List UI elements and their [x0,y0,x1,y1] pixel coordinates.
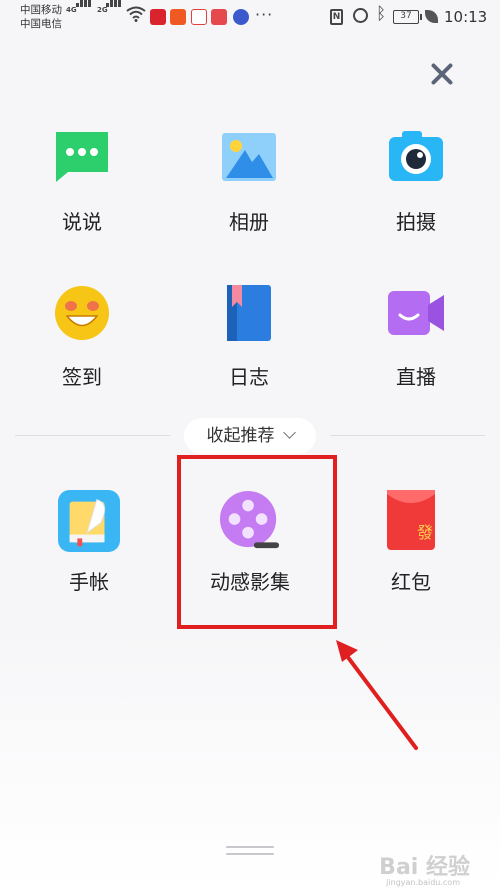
divider-right [330,435,485,436]
more-notifications-icon: ··· [255,5,274,24]
album-label: 相册 [229,210,269,234]
red-packet-label: 红包 [391,570,431,594]
camera-button[interactable]: 拍摄 [361,130,471,250]
collapse-recommend-button[interactable]: 收起推荐 [184,418,316,454]
handbook-button[interactable]: 手帐 [34,490,144,610]
diary-label: 日志 [229,365,269,389]
red-packet-button[interactable]: 發 红包 [356,490,466,610]
nfc-icon: N [330,9,343,25]
alarm-icon [353,8,368,23]
app-notification-icon [191,9,207,25]
app-notification-icon [211,9,227,25]
watermark: Bai 经验 [379,855,470,880]
camera-label: 拍摄 [396,210,436,234]
wifi-icon [126,6,146,22]
chevron-down-icon [282,426,296,439]
svg-text:發: 發 [417,523,433,542]
shuoshuo-label: 说说 [62,210,102,234]
checkin-button[interactable]: 签到 [27,285,137,405]
network-type-1: 4G [66,6,77,14]
diary-book-icon [227,285,271,341]
divider-left [15,435,170,436]
video-camera-icon [388,291,444,335]
smiley-face-icon [55,286,109,340]
clock: 10:13 [444,8,488,26]
checkin-label: 签到 [62,365,102,389]
power-saving-icon [425,10,438,23]
app-notification-icon [233,9,249,25]
app-notification-icon [150,9,166,25]
status-right: N ᛒ 37 10:13 [320,0,500,36]
carrier-1: 中国移动 [20,4,62,16]
carrier-2: 中国电信 [20,18,62,30]
chat-bubble-icon [56,132,108,182]
live-button[interactable]: 直播 [361,285,471,405]
close-button[interactable] [422,56,462,92]
battery-icon: 37 [393,10,422,24]
carrier-info: 中国移动 中国电信 [20,3,62,31]
red-arrow-icon [336,640,418,750]
camera-icon [389,131,443,181]
handbook-label: 手帐 [69,570,109,594]
collapse-label: 收起推荐 [206,426,275,446]
watermark-url: jingyan.baidu.com [386,878,460,887]
live-label: 直播 [396,365,436,389]
shuoshuo-button[interactable]: 说说 [27,130,137,250]
status-bar: 中国移动 中国电信 4G 2G ··· N ᛒ 37 10:13 [0,0,500,36]
album-button[interactable]: 相册 [194,130,304,250]
highlight-box [177,455,337,629]
bluetooth-icon: ᛒ [376,4,387,24]
network-type-2: 2G [97,6,108,14]
drag-handle[interactable] [226,846,274,858]
notebook-feather-icon [58,490,120,552]
diary-button[interactable]: 日志 [194,285,304,405]
photo-album-icon [222,133,276,181]
app-notification-icon [170,9,186,25]
red-envelope-icon: 發 [387,490,435,550]
